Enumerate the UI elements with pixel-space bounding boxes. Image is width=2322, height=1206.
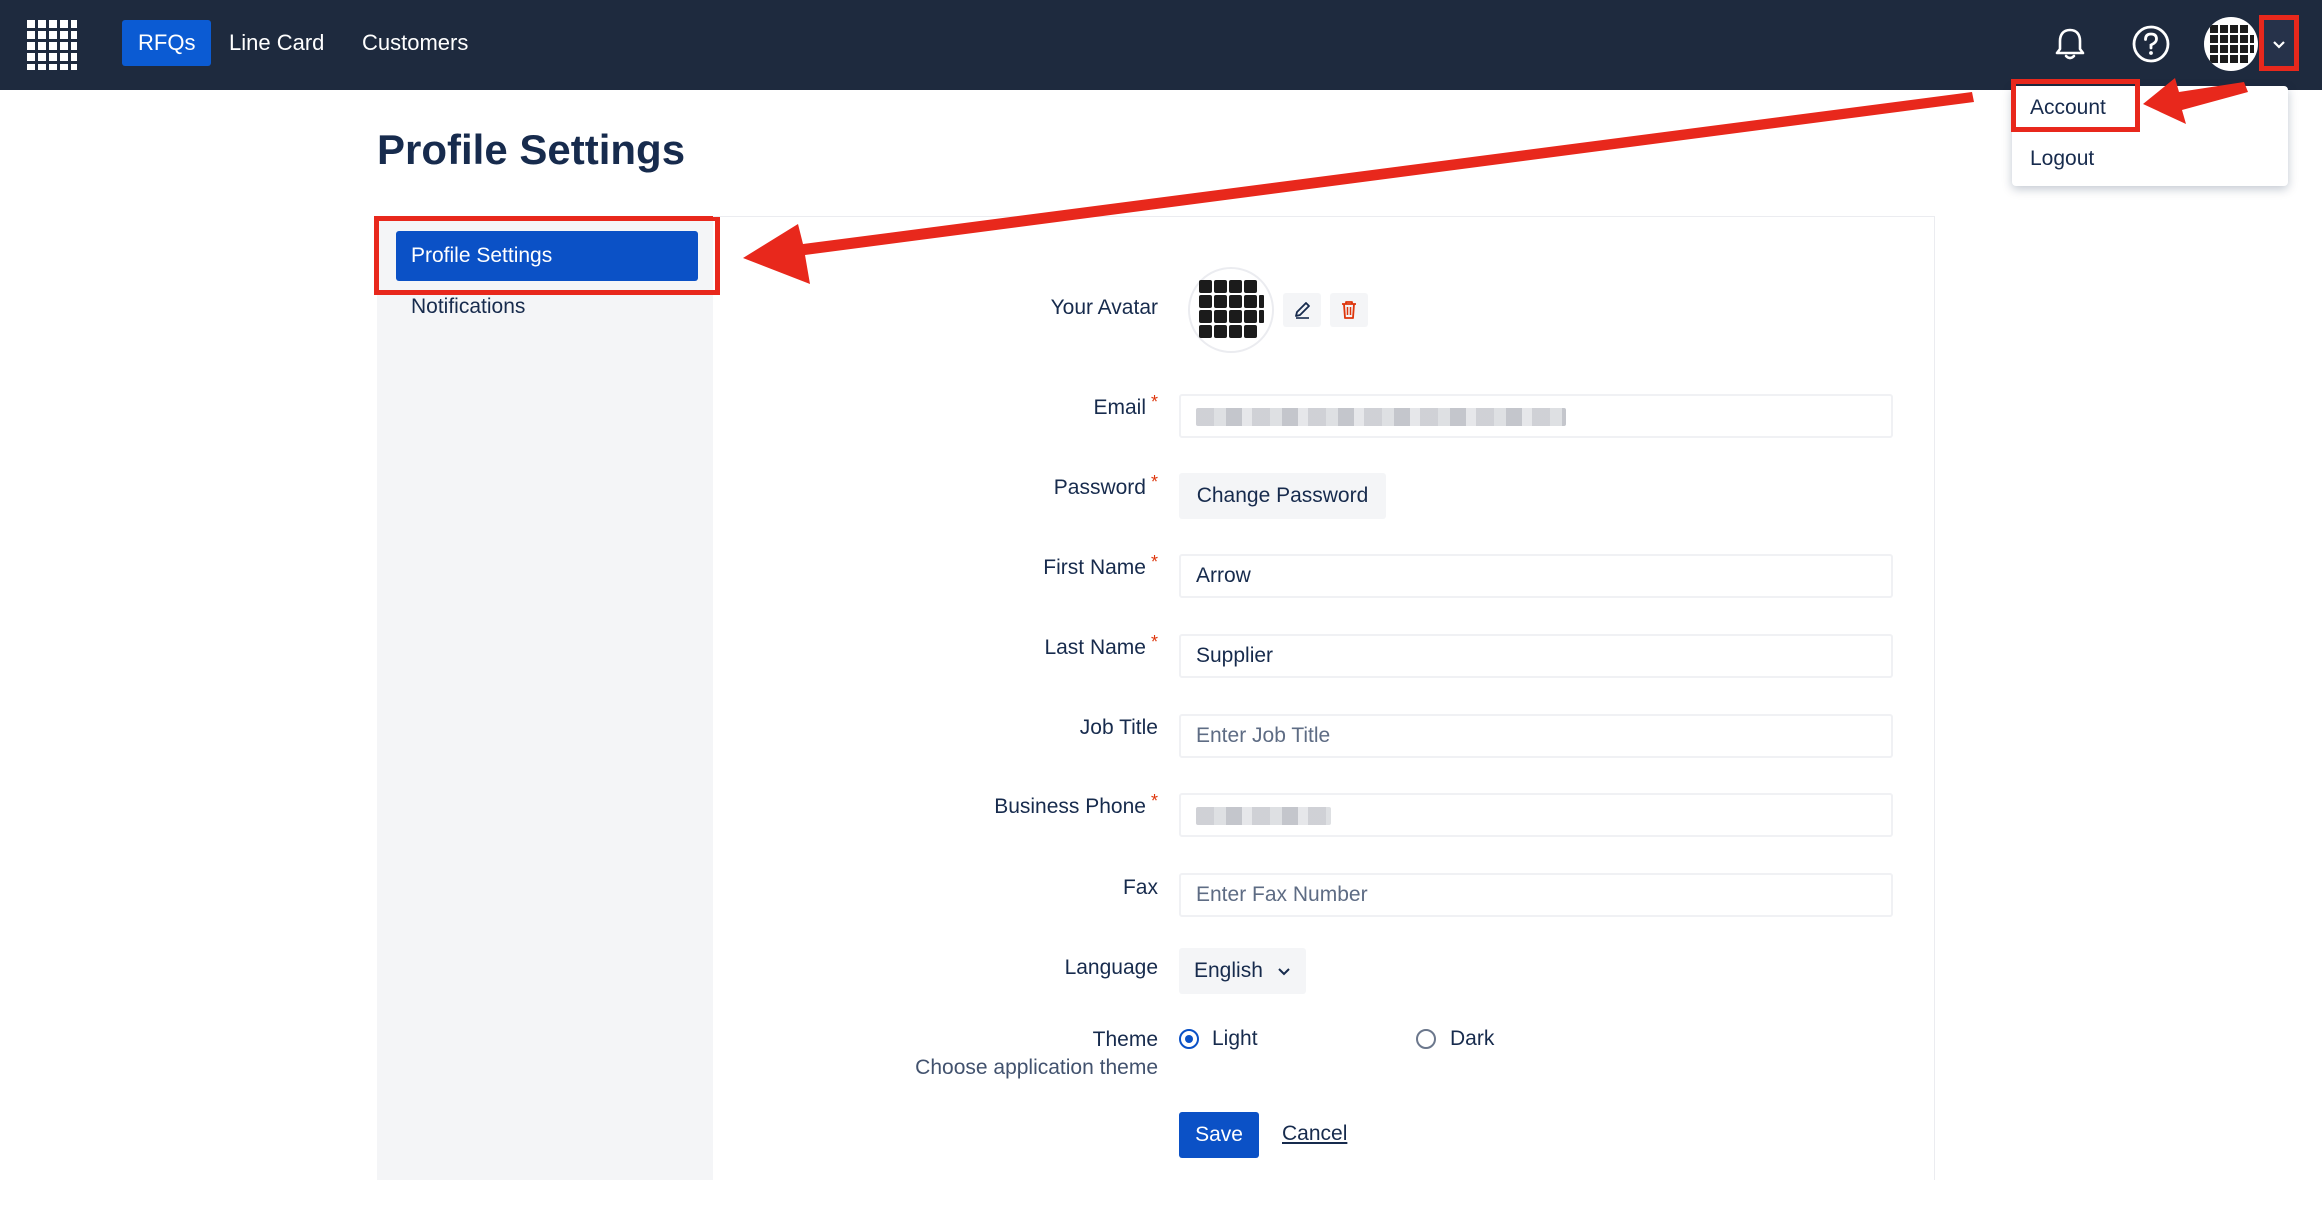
phone-redacted xyxy=(1196,807,1331,825)
user-avatar[interactable] xyxy=(2204,17,2258,71)
avatar-grid-icon xyxy=(1199,280,1264,338)
required-marker: * xyxy=(1150,632,1158,652)
first-name-label: First Name * xyxy=(1043,552,1158,579)
nav-rfqs[interactable]: RFQs xyxy=(122,20,212,66)
job-title-field[interactable]: Enter Job Title xyxy=(1179,714,1893,758)
theme-light-radio[interactable] xyxy=(1179,1029,1199,1049)
business-phone-label: Business Phone * xyxy=(994,791,1158,818)
save-button[interactable]: Save xyxy=(1179,1112,1259,1158)
nav-customers[interactable]: Customers xyxy=(346,20,484,66)
top-navigation-bar: RFQs Line Card Customers xyxy=(0,0,2322,90)
avatar-label: Your Avatar xyxy=(1050,296,1158,319)
required-marker: * xyxy=(1150,392,1158,412)
last-name-field[interactable]: Supplier xyxy=(1179,634,1893,678)
email-label: Email * xyxy=(1093,392,1158,419)
job-title-label: Job Title xyxy=(1079,716,1158,739)
theme-light-label[interactable]: Light xyxy=(1212,1027,1258,1051)
business-phone-field[interactable] xyxy=(1179,793,1893,837)
settings-panel xyxy=(713,216,1935,1180)
annotation-highlight-account xyxy=(2011,79,2140,132)
edit-avatar-button[interactable] xyxy=(1283,293,1321,327)
trash-icon xyxy=(1342,301,1356,319)
help-icon[interactable] xyxy=(2128,21,2174,67)
fax-field[interactable]: Enter Fax Number xyxy=(1179,873,1893,917)
required-marker: * xyxy=(1150,552,1158,572)
app-logo-icon[interactable] xyxy=(25,18,79,72)
theme-label: Theme xyxy=(1092,1028,1158,1051)
avatar-grid-icon xyxy=(2205,18,2257,70)
chevron-down-icon xyxy=(1278,968,1290,976)
bell-icon[interactable] xyxy=(2048,22,2092,66)
fax-label: Fax xyxy=(1122,876,1158,899)
nav-line-card[interactable]: Line Card xyxy=(213,20,340,66)
delete-avatar-button[interactable] xyxy=(1330,293,1368,327)
annotation-highlight-profile-settings xyxy=(374,216,720,295)
required-marker: * xyxy=(1150,791,1158,811)
change-password-button[interactable]: Change Password xyxy=(1179,473,1386,519)
theme-sublabel: Choose application theme xyxy=(915,1056,1158,1079)
password-label: Password * xyxy=(1053,472,1158,499)
last-name-label: Last Name * xyxy=(1044,632,1158,659)
cancel-link[interactable]: Cancel xyxy=(1282,1122,1347,1146)
first-name-field[interactable]: Arrow xyxy=(1179,554,1893,598)
annotation-highlight-toggle xyxy=(2259,15,2299,71)
page-title: Profile Settings xyxy=(377,126,686,173)
pencil-icon xyxy=(1295,302,1310,319)
settings-sidebar: Profile Settings Notifications xyxy=(377,216,713,1180)
theme-dark-label[interactable]: Dark xyxy=(1450,1027,1494,1051)
email-redacted xyxy=(1196,408,1566,426)
email-field[interactable] xyxy=(1179,394,1893,438)
language-label: Language xyxy=(1064,956,1158,979)
profile-avatar xyxy=(1188,267,1274,353)
language-select[interactable]: English xyxy=(1179,948,1306,994)
theme-dark-radio[interactable] xyxy=(1416,1029,1436,1049)
required-marker: * xyxy=(1150,472,1158,492)
menu-item-logout[interactable]: Logout xyxy=(2030,147,2094,171)
